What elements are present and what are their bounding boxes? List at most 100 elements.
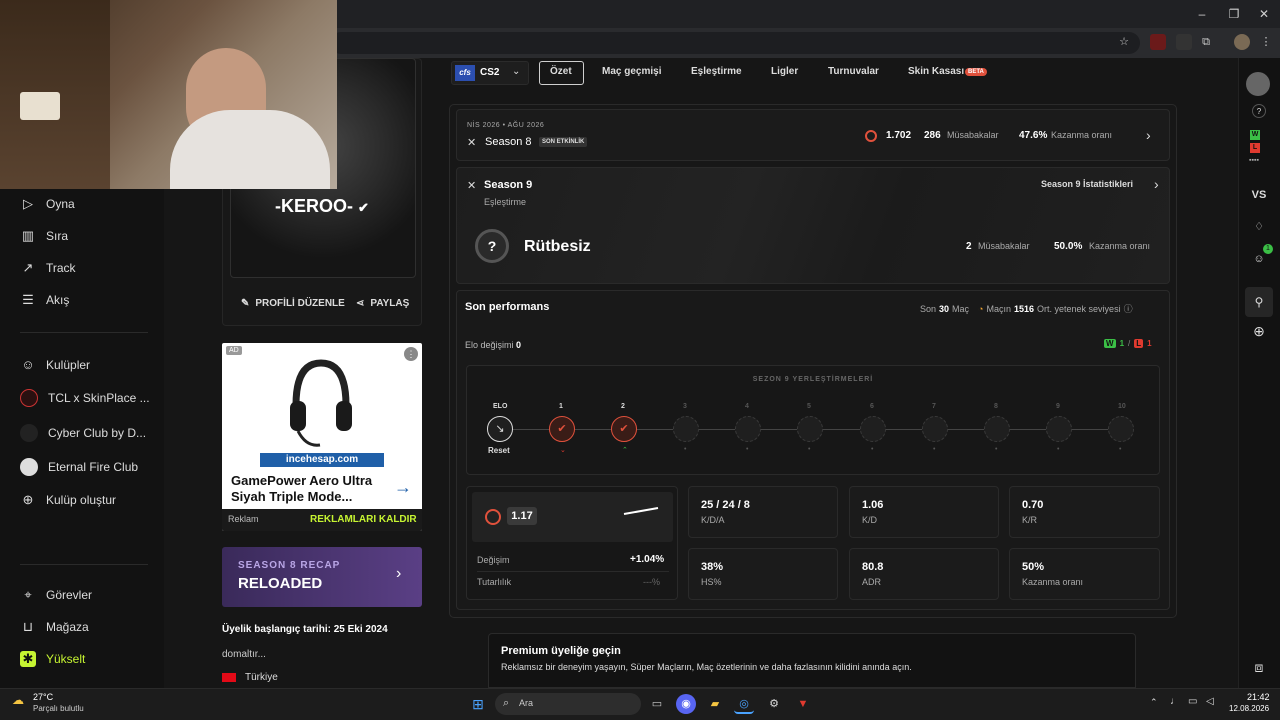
tab-overview[interactable]: Özet — [550, 66, 572, 77]
profile-avatar[interactable] — [1234, 34, 1250, 50]
placement-loss-slot: ✔ — [549, 416, 575, 442]
divider — [20, 564, 148, 565]
sidebar-item-store[interactable]: ⊔ Mağaza — [20, 619, 89, 635]
more-options-icon[interactable]: ⋮ — [404, 347, 418, 361]
matches-label: Müsabakalar — [978, 241, 1030, 251]
placement-number: 3 — [683, 403, 687, 410]
discord-icon[interactable]: ◉ — [676, 694, 696, 714]
minimize-icon[interactable]: – — [1194, 6, 1210, 22]
tab-leagues[interactable]: Ligler — [771, 66, 798, 77]
sidebar-item-clubs[interactable]: ☺ Kulüpler — [20, 357, 90, 373]
chrome-icon[interactable]: ◎ — [734, 694, 754, 714]
extensions-puzzle-icon[interactable]: ⧉ — [1198, 34, 1214, 50]
volume-icon[interactable]: ◁ — [1206, 696, 1214, 707]
sidebar-item-missions[interactable]: ⌖ Görevler — [20, 587, 92, 603]
placement-connector — [1072, 429, 1108, 430]
tray-chevron-icon[interactable]: ⌃ — [1150, 697, 1158, 708]
folder-icon[interactable]: ▰ — [705, 694, 725, 714]
reset-icon[interactable]: ↘ — [487, 416, 513, 442]
season-name: Season 8 — [485, 136, 532, 148]
chevron-right-icon[interactable]: › — [1146, 127, 1151, 143]
help-icon[interactable]: ? — [1252, 104, 1266, 118]
tab-skin-case[interactable]: Skin Kasası — [908, 66, 964, 77]
season8-card[interactable]: NİS 2026 • AĞU 2026 ✕ Season 8 SON ETKİN… — [456, 109, 1170, 161]
season-stats-link[interactable]: Season 9 İstatistikleri — [1041, 179, 1133, 189]
club-item[interactable]: Eternal Fire Club — [20, 458, 138, 476]
network-icon[interactable]: ▭ — [1188, 696, 1197, 707]
create-club-button[interactable]: ⊕ Kulüp oluştur — [20, 492, 117, 508]
windows-start-icon[interactable]: ⊞ — [468, 694, 488, 714]
app-icon[interactable]: ▼ — [793, 694, 813, 714]
close-icon[interactable]: ✕ — [1256, 6, 1272, 22]
bookmark-star-icon[interactable]: ☆ — [1116, 34, 1132, 50]
taskbar-search[interactable]: ⌕ Ara — [495, 693, 641, 715]
collapse-icon[interactable]: ⧈ — [1249, 657, 1269, 677]
sidebar-item-upgrade[interactable]: ✱ Yükselt — [20, 651, 85, 667]
chevron-right-icon[interactable]: › — [1154, 176, 1159, 192]
placement-connector — [1010, 429, 1046, 430]
placement-empty-slot — [673, 416, 699, 442]
sidebar-item-track[interactable]: ↗ Track — [20, 260, 76, 276]
country: Türkiye — [245, 672, 278, 683]
season-matches: 286 — [924, 130, 941, 141]
win-indicator: W — [1250, 130, 1260, 140]
steam-icon[interactable]: ⚙ — [764, 694, 784, 714]
game-selector[interactable]: cfs CS2 ⌄ — [451, 61, 529, 85]
pending-dot-icon: • — [995, 446, 998, 453]
sidebar-item-ranking[interactable]: ▥ Sıra — [20, 228, 68, 244]
sidebar-item-feed[interactable]: ☰ Akış — [20, 292, 69, 308]
premium-banner[interactable]: Premium üyeliğe geçin Reklamsız bir dene… — [488, 633, 1136, 688]
level-icon — [485, 509, 501, 525]
pending-dot-icon: • — [933, 446, 936, 453]
task-view-icon[interactable]: ▭ — [647, 694, 667, 714]
stat-tile: 25 / 24 / 8 K/D/A — [688, 486, 838, 538]
clock-date[interactable]: 12.08.2026 — [1229, 704, 1269, 713]
tab-tournaments[interactable]: Turnuvalar — [828, 66, 879, 77]
tab-matchmaking[interactable]: Eşleştirme — [691, 66, 742, 77]
winrate-label: Kazanma oranı — [1089, 241, 1151, 251]
extension-icon[interactable] — [1176, 34, 1192, 50]
ad-title: GamePower Aero Ultra Siyah Triple Mode..… — [231, 473, 373, 504]
season-recap-banner[interactable]: SEASON 8 RECAP RELOADED › — [222, 547, 422, 607]
add-icon[interactable]: ⊕ — [1249, 321, 1269, 341]
season-winrate: 50.0% — [1054, 241, 1083, 252]
party-icon[interactable]: ⚲ — [1245, 287, 1273, 317]
placement-connector — [575, 429, 611, 430]
versus-button[interactable]: VS — [1249, 185, 1269, 205]
share-button[interactable]: ⋖ PAYLAŞ — [356, 298, 409, 309]
placement-number: 2 — [621, 403, 625, 410]
extension-icon[interactable] — [1150, 34, 1166, 50]
placements-title: SEZON 9 YERLEŞTİRMELERİ — [752, 376, 874, 383]
pending-dot-icon: • — [808, 446, 811, 453]
bell-icon[interactable]: ♢ — [1249, 217, 1269, 237]
loss-badge: L — [1134, 339, 1144, 348]
plus-circle-icon: ⊕ — [22, 492, 34, 507]
elo-down-icon: ⌄ — [560, 447, 566, 454]
elo-change: Elo değişimi 0 — [465, 340, 522, 350]
rating-card: 1.17 Değişim +1.04% Tutarlılık ---% — [466, 486, 678, 600]
chevron-down-icon: ⌄ — [512, 66, 521, 77]
club-item[interactable]: TCL x SkinPlace ... — [20, 389, 150, 407]
arrow-right-icon[interactable]: → — [394, 477, 412, 498]
clock-time[interactable]: 21:42 — [1247, 692, 1270, 702]
maximize-icon[interactable]: ❐ — [1226, 6, 1242, 22]
stat-tile: 38% HS% — [688, 548, 838, 600]
address-bar[interactable] — [330, 32, 1140, 54]
tab-match-history[interactable]: Maç geçmişi — [602, 66, 661, 77]
browser-menu-icon[interactable]: ⋮ — [1258, 34, 1274, 50]
remove-ads-link[interactable]: REKLAMLARI KALDIR — [310, 514, 417, 525]
sidebar-item-play[interactable]: ▷ Oyna — [20, 196, 75, 212]
reset-label[interactable]: Reset — [488, 446, 510, 455]
info-icon[interactable]: ⓘ — [1124, 302, 1133, 315]
profile-bio: domaltır... — [222, 649, 266, 660]
season-elo: 1.702 — [886, 130, 912, 141]
club-item[interactable]: Cyber Club by D... — [20, 424, 146, 442]
loss-indicator: L — [1250, 143, 1260, 153]
advertisement[interactable]: AD ⋮ incehesap.com GamePower Aero Ultra … — [222, 343, 422, 531]
placement-number: 9 — [1056, 403, 1060, 410]
microphone-icon[interactable]: ♩ — [1170, 696, 1180, 707]
username: -KEROO- ✔ — [275, 196, 369, 216]
chart-icon: ↗ — [22, 260, 34, 275]
edit-profile-button[interactable]: ✎ PROFİLİ DÜZENLE — [241, 298, 345, 309]
user-avatar[interactable] — [1246, 72, 1270, 96]
